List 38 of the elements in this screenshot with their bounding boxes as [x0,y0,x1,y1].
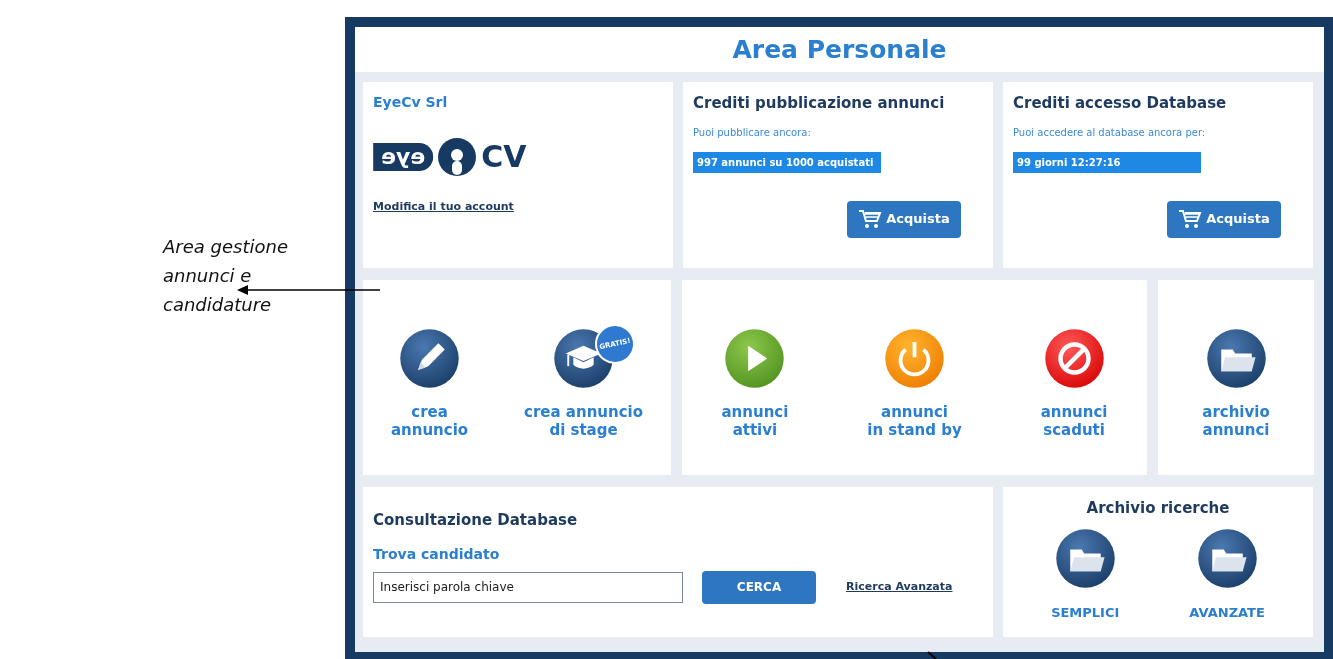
advanced-search-link[interactable]: Ricerca Avanzata [846,578,953,596]
buy-button[interactable]: Acquista [1167,200,1281,238]
section-subtitle: Trova candidato [373,544,501,564]
logo-drawing: eye CV [373,137,563,177]
annotation-text: Area gestione [163,235,288,259]
play-icon [724,328,786,389]
power-icon [884,328,945,389]
cart-icon [1178,208,1203,230]
leader-line [927,651,937,659]
action-link[interactable]: annunci in stand by [867,328,962,439]
folder-icon [1205,328,1267,389]
card-title: Crediti pubblicazione annunci [693,93,946,114]
pen-icon [399,328,461,389]
edit-account-link[interactable]: Modifica il tuo account [373,199,514,216]
action-link[interactable]: crea annuncio [390,328,469,439]
card-title: Crediti accesso Database [1013,93,1228,114]
annotation-text: candidature [163,293,272,317]
card-subtitle: Puoi pubblicare ancora: [693,125,812,140]
credits-value: 997 annunci su 1000 acquistati [693,151,881,173]
buy-button[interactable]: Acquista [847,200,961,238]
action-link[interactable]: annunci attivi [721,328,789,439]
search-field[interactable]: Inserisci parola chiave [373,571,683,603]
search-button[interactable]: CERCA [702,570,816,604]
search-archive-link[interactable]: AVANZATE [1189,527,1265,622]
search-archive-link[interactable]: SEMPLICI [1051,527,1120,622]
folder-icon [1196,527,1258,589]
folder-icon [1054,527,1116,589]
card-title: Archivio ricerche [1086,498,1230,519]
company-name: EyeCv Srl [373,93,449,112]
card-title: Consultazione Database [373,510,579,531]
no-entry-icon [1043,328,1105,389]
card-subtitle: Puoi accedere al database ancora per: [1013,125,1207,140]
cart-icon [858,208,883,230]
credits-value: 99 giorni 12:27:16 [1013,151,1201,173]
action-link[interactable]: annunci scaduti [1040,328,1108,439]
page-title: Area Personale [732,33,947,66]
action-link[interactable]: archivio annunci [1202,328,1270,439]
annotation-text: annunci e [163,264,252,288]
